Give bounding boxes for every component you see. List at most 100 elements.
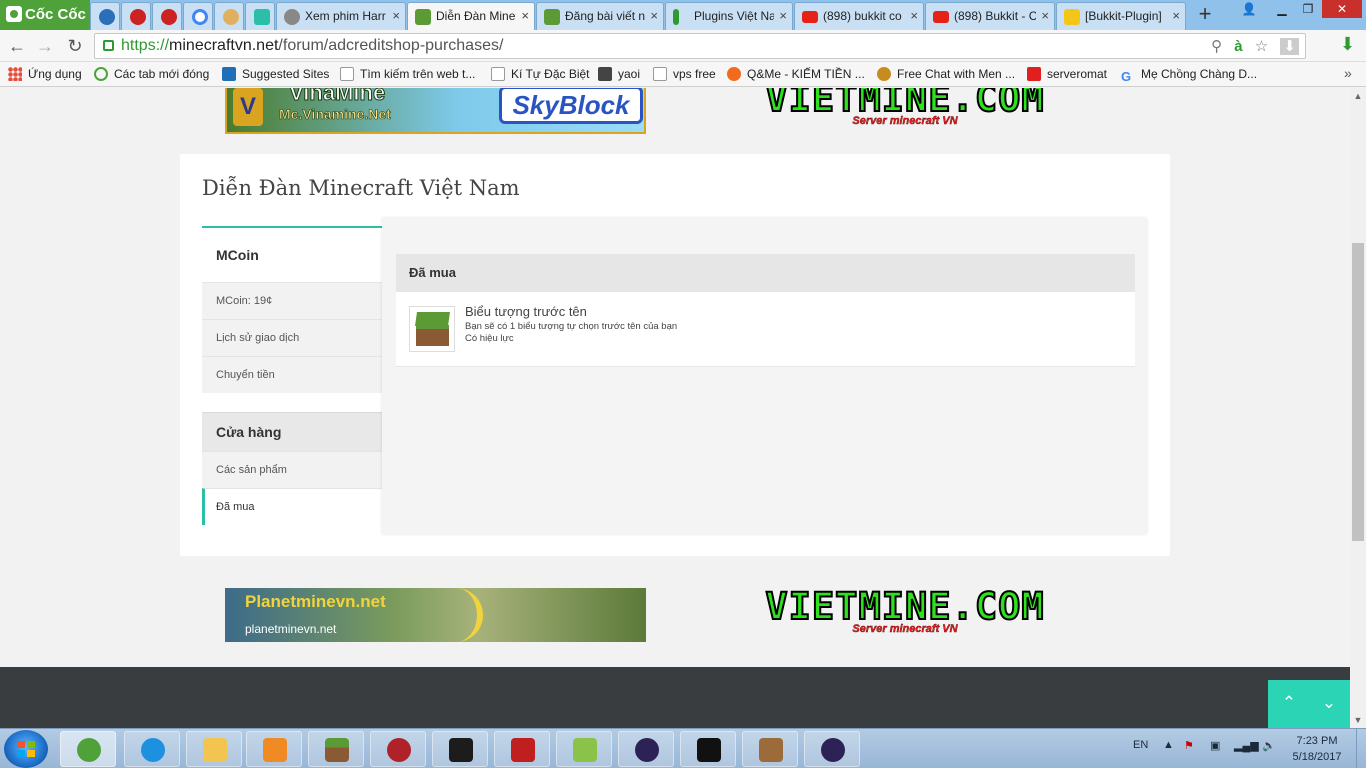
language-indicator[interactable]: EN	[1133, 739, 1148, 751]
volume-icon[interactable]: 🔈	[1262, 739, 1276, 752]
more-bookmarks-icon[interactable]: »	[1344, 65, 1352, 81]
tab-youtube-bukkit-2[interactable]: (898) Bukkit - C ×	[925, 2, 1055, 30]
minimize-button[interactable]: ▁	[1270, 0, 1294, 18]
sidebar-item-mcoin-balance[interactable]: MCoin: 19¢	[202, 282, 382, 319]
minecraft-icon	[325, 738, 349, 762]
cc-icon	[449, 738, 473, 762]
bookmark-recent-tabs[interactable]: Các tab mới đóng	[94, 65, 209, 84]
forward-arrow-icon[interactable]: →	[34, 35, 56, 57]
download-icon[interactable]: ⬇	[1280, 38, 1299, 55]
google-icon: G	[1121, 69, 1132, 84]
qme-icon	[727, 67, 741, 81]
network-icon[interactable]: ▂▄▆	[1234, 739, 1259, 752]
sidebar-item-transfer[interactable]: Chuyển tiền	[202, 356, 382, 393]
bookmark-me-chong[interactable]: G Mẹ Chồng Chàng D...	[1121, 65, 1257, 84]
tab-dang-bai-viet[interactable]: Đăng bài viết n ×	[536, 2, 664, 30]
vietmine-banner-bottom[interactable]: VIETMINE.COM Server minecraft VN	[696, 588, 1114, 640]
scroll-up-arrow-icon[interactable]: ▲	[1350, 88, 1366, 104]
taskbar-filezilla[interactable]	[494, 731, 550, 767]
tab-pinned-1[interactable]	[121, 2, 151, 30]
close-tab-icon[interactable]: ×	[779, 3, 787, 29]
show-desktop-button[interactable]	[1356, 729, 1366, 768]
scroll-down-arrow-icon[interactable]: ▼	[1350, 712, 1366, 728]
main-panel: Đã mua Biểu tượng trước tên Bạn sẽ có 1 …	[382, 218, 1147, 534]
tab-pinned-google[interactable]	[183, 2, 213, 30]
film-icon	[284, 9, 300, 25]
taskbar-minecraft[interactable]	[308, 731, 364, 767]
taskbar-media[interactable]	[246, 731, 302, 767]
tab-pinned-wordpress[interactable]	[90, 2, 120, 30]
sidebar-item-purchased[interactable]: Đã mua	[202, 488, 382, 525]
forum-title[interactable]: Diễn Đàn Minecraft Việt Nam	[202, 176, 520, 200]
close-tab-icon[interactable]: ×	[650, 3, 658, 29]
page-scrollbar[interactable]: ▲ ▼	[1350, 88, 1366, 728]
new-tab-button[interactable]: +	[1194, 3, 1216, 27]
bookmarks-bar: Ứng dụng Các tab mới đóng Suggested Site…	[0, 62, 1366, 87]
explorer-icon	[203, 738, 227, 762]
sidebar-heading-shop[interactable]: Cửa hàng	[202, 413, 382, 451]
back-arrow-icon[interactable]: ←	[6, 35, 28, 57]
sidebar-item-products[interactable]: Các sản phẩm	[202, 451, 382, 488]
system-clock[interactable]: 7:23 PM 5/18/2017	[1284, 733, 1350, 765]
sidebar: MCoin MCoin: 19¢ Lịch sử giao dịch Chuyể…	[202, 226, 382, 525]
sidebar-item-transaction-history[interactable]: Lịch sử giao dịch	[202, 319, 382, 356]
start-button[interactable]	[4, 730, 48, 768]
taskbar-notepadpp[interactable]	[556, 731, 612, 767]
restore-button[interactable]: ❐	[1296, 0, 1320, 18]
vinamine-banner[interactable]: V VinaMine Mc.Vinamine.Net SkyBlock	[225, 88, 646, 134]
page-icon	[340, 67, 354, 81]
close-tab-icon[interactable]: ×	[392, 3, 400, 29]
taskbar-crafting-table[interactable]	[742, 731, 798, 767]
product-title[interactable]: Biểu tượng trước tên	[465, 304, 587, 319]
taskbar-ie[interactable]	[124, 731, 180, 767]
tab-xem-phim[interactable]: Xem phim Harr ×	[276, 2, 406, 30]
taskbar-coccoc[interactable]	[60, 731, 116, 767]
bookmark-serveromat[interactable]: serveromat	[1027, 65, 1107, 84]
star-icon[interactable]: ☆	[1255, 38, 1268, 55]
search-icon[interactable]: ⚲	[1211, 38, 1222, 55]
taskbar-cc[interactable]	[432, 731, 488, 767]
bookmark-apps[interactable]: Ứng dụng	[8, 65, 82, 84]
bookmark-free-chat[interactable]: Free Chat with Men ...	[877, 65, 1015, 84]
bookmark-ki-tu-dac-biet[interactable]: Kí Tự Đặc Biệt	[491, 65, 590, 84]
planetminevn-banner[interactable]: Planetminevn.net planetminevn.net	[225, 588, 646, 642]
flag-icon[interactable]: ⚑	[1184, 739, 1194, 752]
device-icon[interactable]: ▣	[1210, 739, 1220, 752]
bookmark-search-web[interactable]: Tìm kiếm trên web t...	[340, 65, 475, 84]
tab-pinned-2[interactable]	[152, 2, 182, 30]
close-tab-icon[interactable]: ×	[521, 3, 529, 29]
scroll-down-button[interactable]: ⌄	[1314, 692, 1344, 714]
taskbar-cmd[interactable]	[680, 731, 736, 767]
bookmark-yaoi[interactable]: yaoi	[598, 65, 640, 84]
tab-youtube-bukkit-1[interactable]: (898) bukkit co ×	[794, 2, 924, 30]
close-tab-icon[interactable]: ×	[1041, 3, 1049, 29]
google-icon	[192, 9, 208, 25]
user-icon[interactable]: 👤	[1238, 0, 1260, 18]
bookmark-vps-free[interactable]: vps free	[653, 65, 716, 84]
tab-pinned-5[interactable]	[245, 2, 275, 30]
url-input[interactable]: https://minecraftvn.net/forum/adcreditsh…	[94, 33, 1306, 59]
taskbar-crossfire[interactable]	[370, 731, 426, 767]
tab-plugins-viet-nam[interactable]: Plugins Việt Na ×	[665, 2, 793, 30]
taskbar-eclipse-2[interactable]	[804, 731, 860, 767]
browser-brand[interactable]: Cốc Cốc	[0, 0, 90, 30]
scrollbar-thumb[interactable]	[1352, 243, 1364, 541]
scroll-up-button[interactable]: ⌃	[1274, 692, 1304, 714]
tab-bukkit-plugin[interactable]: [Bukkit-Plugin] ×	[1056, 2, 1186, 30]
tab-dien-dan-minecraft[interactable]: Diễn Đàn Mine ×	[407, 2, 535, 30]
purchased-item[interactable]: Biểu tượng trước tên Bạn sẽ có 1 biểu tư…	[396, 292, 1135, 367]
show-hidden-icons[interactable]: ▲	[1163, 739, 1174, 751]
page-footer	[0, 667, 1350, 728]
close-tab-icon[interactable]: ×	[1172, 3, 1180, 29]
close-window-button[interactable]: ✕	[1322, 0, 1362, 18]
translate-icon[interactable]: à	[1234, 38, 1242, 55]
savior-download-icon[interactable]: ⬇	[1340, 34, 1355, 55]
bookmark-qme[interactable]: Q&Me - KIẾM TIỀN ...	[727, 65, 865, 84]
taskbar-eclipse-1[interactable]	[618, 731, 674, 767]
close-tab-icon[interactable]: ×	[910, 3, 918, 29]
tab-pinned-4[interactable]	[214, 2, 244, 30]
vietmine-banner-top[interactable]: VIETMINE.COM Server minecraft VN	[696, 88, 1114, 132]
reload-icon[interactable]: ↻	[64, 35, 86, 57]
taskbar-explorer[interactable]	[186, 731, 242, 767]
bookmark-suggested-sites[interactable]: Suggested Sites	[222, 65, 329, 84]
